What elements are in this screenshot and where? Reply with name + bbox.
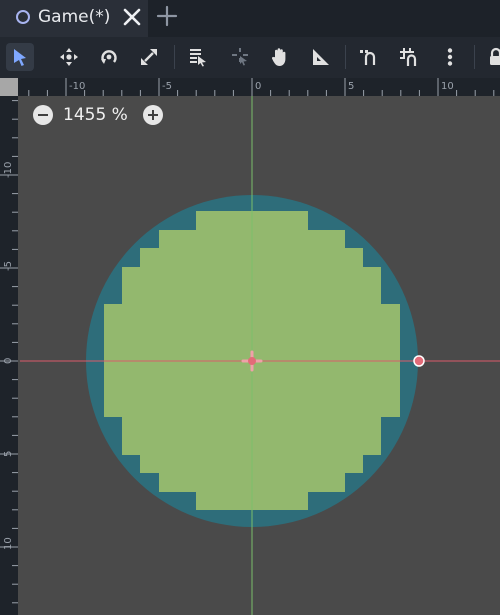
grid-snap-toggle[interactable] bbox=[395, 43, 423, 71]
select-tool[interactable] bbox=[6, 43, 34, 71]
vertical-ruler bbox=[0, 78, 18, 615]
minus-circle-icon[interactable] bbox=[33, 105, 53, 125]
plus-icon[interactable] bbox=[156, 4, 178, 28]
list-select-tool[interactable] bbox=[184, 43, 212, 71]
rotate-tool[interactable] bbox=[95, 43, 123, 71]
scale-tool[interactable] bbox=[135, 43, 163, 71]
v-ruler-label: -5 bbox=[3, 261, 14, 271]
scene-tab-title: Game(*) bbox=[38, 7, 111, 27]
h-ruler-label: 10 bbox=[441, 81, 454, 92]
pivot-tool[interactable] bbox=[226, 43, 254, 71]
rotate-icon bbox=[101, 50, 117, 64]
smart-snap-toggle[interactable] bbox=[355, 43, 383, 71]
canvas-viewport[interactable]: -10 -5 0 5 10 -10 -5 0 5 10 1455 % bbox=[0, 78, 500, 615]
scene-tab-bar: Game(*) bbox=[0, 0, 500, 37]
scale-arrows-icon bbox=[141, 49, 157, 65]
pan-tool[interactable] bbox=[266, 43, 294, 71]
zoom-level-label[interactable]: 1455 % bbox=[63, 105, 128, 125]
lock-icon bbox=[490, 47, 500, 65]
radius-handle bbox=[413, 355, 425, 367]
grid-snap-icon bbox=[400, 48, 417, 66]
pivot-cursor-icon bbox=[232, 48, 248, 66]
arrow-pointer-icon bbox=[14, 49, 26, 66]
list-pointer-icon bbox=[190, 49, 206, 67]
v-ruler-label: 10 bbox=[3, 537, 14, 550]
ruler-icon bbox=[313, 49, 329, 65]
hand-icon bbox=[271, 48, 286, 66]
scene-circle-icon bbox=[16, 10, 30, 24]
h-ruler-label: 5 bbox=[348, 81, 354, 92]
snap-options-menu[interactable] bbox=[436, 43, 464, 71]
vertical-dots-icon bbox=[447, 48, 453, 66]
toolbar-separator bbox=[474, 45, 475, 69]
scene-tab[interactable]: Game(*) bbox=[0, 0, 148, 37]
move-tool[interactable] bbox=[55, 43, 83, 71]
move-arrows-icon bbox=[60, 48, 78, 66]
h-ruler-label: -5 bbox=[162, 81, 172, 92]
toolbar-separator bbox=[174, 45, 175, 69]
plus-circle-icon[interactable] bbox=[143, 105, 163, 125]
ruler-corner bbox=[0, 78, 18, 96]
close-icon[interactable] bbox=[122, 6, 142, 28]
smart-snap-icon bbox=[360, 50, 376, 65]
v-ruler-label: -10 bbox=[3, 162, 14, 178]
v-ruler-label: 5 bbox=[3, 451, 14, 457]
h-ruler-label: -10 bbox=[69, 81, 85, 92]
editor-toolbar bbox=[0, 37, 500, 78]
lock-button[interactable] bbox=[482, 43, 500, 71]
h-ruler-label: 0 bbox=[255, 81, 261, 92]
v-ruler-label: 0 bbox=[3, 358, 14, 364]
ruler-tool[interactable] bbox=[306, 43, 334, 71]
toolbar-separator bbox=[345, 45, 346, 69]
